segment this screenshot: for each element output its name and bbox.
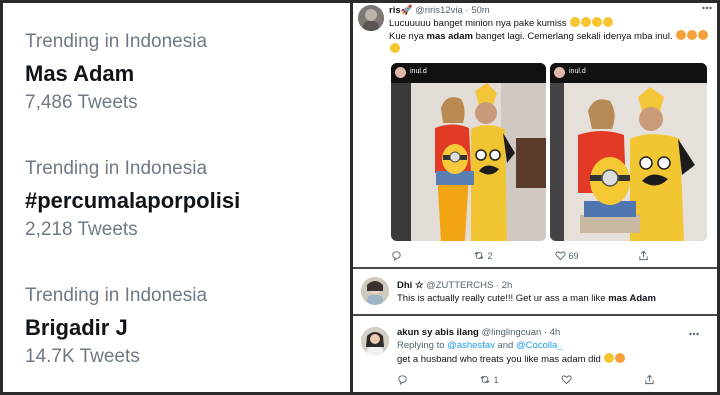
timestamp[interactable]: · 4h	[544, 327, 560, 338]
emoji-icon	[581, 17, 592, 27]
highlight-text: mas Adam	[608, 293, 656, 304]
reply-icon	[398, 375, 407, 386]
like-button[interactable]	[561, 374, 572, 385]
reply-icon	[392, 251, 401, 262]
mention-link[interactable]: @Cocolla_	[516, 340, 563, 351]
tweet-text: Lucuuuuu banget minion nya pake kumiss K…	[389, 17, 709, 56]
trend-item[interactable]: Trending in Indonesia Brigadir J 14.7K T…	[25, 285, 207, 368]
handle[interactable]: @riris12via	[415, 5, 463, 16]
tweet-header: akun sy abis ilang @linglingcuan · 4h	[397, 327, 560, 338]
trends-panel: Trending in Indonesia Mas Adam 7,486 Twe…	[3, 3, 350, 392]
media-header: inul.d	[550, 63, 707, 83]
retweet-count: 1	[493, 375, 499, 385]
trend-count: 7,486 Tweets	[25, 92, 138, 113]
share-button[interactable]	[638, 250, 649, 261]
photo-illustration	[550, 83, 707, 241]
highlight-text: mas adam	[426, 31, 473, 42]
like-count: 69	[568, 251, 579, 261]
avatar-image	[358, 5, 384, 31]
emoji-icon	[603, 17, 614, 27]
display-name[interactable]: Dhi ☆	[397, 280, 423, 291]
retweet-button[interactable]: 1	[479, 374, 499, 385]
share-icon	[645, 374, 654, 385]
emoji-icon	[698, 30, 709, 40]
tweet-text: This is actually really cute!!! Get ur a…	[397, 293, 656, 304]
tweet-text: get a husband who treats you like mas ad…	[397, 353, 709, 366]
tweet-1[interactable]: ris🚀 @riris12via · 50m Lucuuuuu banget m…	[353, 3, 717, 267]
heart-icon	[561, 375, 572, 385]
avatar[interactable]	[361, 327, 389, 355]
avatar-image	[361, 277, 389, 305]
media-avatar	[395, 67, 406, 78]
heart-icon	[555, 251, 566, 261]
tweet-2[interactable]: Dhi ☆ @ZUTTERCHS · 2h This is actually r…	[353, 269, 717, 314]
emoji-icon	[570, 17, 581, 27]
retweet-icon	[474, 252, 484, 259]
share-icon	[639, 250, 648, 261]
retweet-icon	[480, 376, 490, 383]
media-username: inul.d	[410, 68, 427, 75]
display-name[interactable]: akun sy abis ilang	[397, 327, 479, 338]
tweet-header: Dhi ☆ @ZUTTERCHS · 2h	[397, 280, 512, 291]
trend-item[interactable]: Trending in Indonesia #percumalaporpolis…	[25, 158, 240, 241]
like-button[interactable]: 69	[555, 250, 579, 261]
avatar[interactable]	[361, 277, 389, 305]
media-username: inul.d	[569, 68, 586, 75]
photo-illustration	[391, 83, 546, 241]
avatar-image	[361, 327, 389, 355]
action-bar: 2 69	[391, 250, 711, 264]
trend-category: Trending in Indonesia	[25, 285, 208, 306]
action-bar: 1	[397, 374, 707, 388]
reply-button[interactable]	[391, 250, 402, 262]
retweet-count: 2	[487, 251, 493, 261]
replying-to: Replying to @ashesfav and @Cocolla_	[397, 340, 563, 351]
photo	[391, 83, 546, 241]
trend-count: 2,218 Tweets	[25, 219, 138, 240]
trend-count: 14.7K Tweets	[25, 346, 140, 367]
handle[interactable]: @ZUTTERCHS	[426, 280, 493, 291]
trend-name[interactable]: #percumalaporpolisi	[25, 187, 240, 215]
emoji-icon	[687, 30, 698, 40]
share-button[interactable]	[644, 374, 655, 385]
emoji-icon	[592, 17, 603, 27]
emoji-icon	[604, 353, 615, 363]
tweet-feed: ris🚀 @riris12via · 50m Lucuuuuu banget m…	[353, 3, 717, 392]
trend-item[interactable]: Trending in Indonesia Mas Adam 7,486 Twe…	[25, 31, 207, 114]
timestamp[interactable]: · 2h	[496, 280, 512, 291]
emoji-icon	[390, 43, 400, 53]
trend-name[interactable]: Mas Adam	[25, 60, 207, 88]
media-image-1[interactable]: inul.d	[391, 63, 546, 241]
trend-category: Trending in Indonesia	[25, 158, 208, 179]
display-name[interactable]: ris🚀	[389, 5, 412, 16]
emoji-icon	[676, 30, 687, 40]
media-header: inul.d	[391, 63, 546, 83]
reply-button[interactable]	[397, 374, 408, 386]
photo	[550, 83, 707, 241]
media-avatar	[554, 67, 565, 78]
handle[interactable]: @linglingcuan	[481, 327, 541, 338]
more-icon[interactable]	[702, 3, 712, 13]
retweet-button[interactable]: 2	[473, 250, 493, 261]
tweet-header: ris🚀 @riris12via · 50m	[389, 5, 490, 16]
emoji-icon	[615, 353, 626, 363]
media-image-2[interactable]: inul.d	[550, 63, 707, 241]
trend-name[interactable]: Brigadir J	[25, 314, 207, 342]
mention-link[interactable]: @ashesfav	[447, 340, 495, 351]
tweet-3[interactable]: akun sy abis ilang @linglingcuan · 4h Re…	[353, 316, 717, 392]
more-icon[interactable]	[689, 329, 699, 339]
avatar[interactable]	[358, 5, 384, 31]
trend-category: Trending in Indonesia	[25, 31, 208, 52]
timestamp[interactable]: · 50m	[465, 5, 489, 16]
